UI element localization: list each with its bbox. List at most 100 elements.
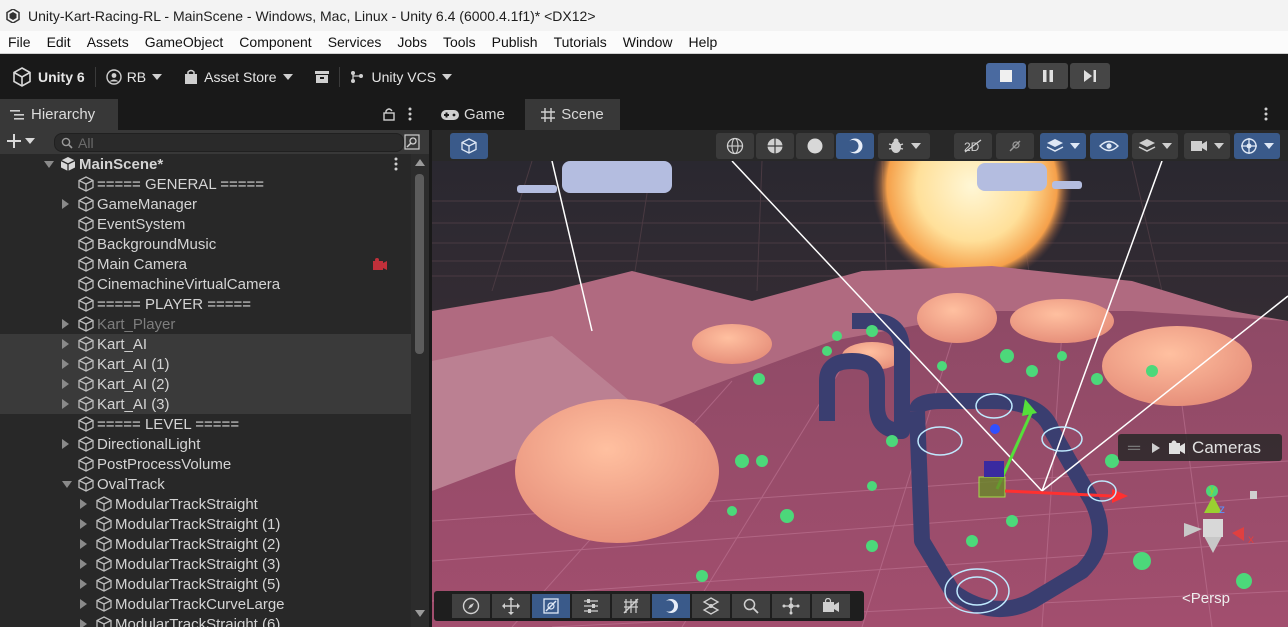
collapse-arrow-icon[interactable] — [44, 161, 54, 168]
collapse-arrow-icon[interactable] — [62, 481, 72, 488]
expand-arrow-icon[interactable] — [1152, 442, 1161, 453]
pivot-toggle-button[interactable] — [692, 594, 730, 618]
hierarchy-item[interactable]: ===== GENERAL ===== — [0, 174, 411, 194]
hierarchy-item[interactable]: DirectionalLight — [0, 434, 411, 454]
menu-tutorials[interactable]: Tutorials — [546, 31, 615, 53]
hierarchy-item[interactable]: ===== PLAYER ===== — [0, 294, 411, 314]
tab-scene[interactable]: Scene — [525, 99, 620, 130]
hierarchy-item[interactable]: ModularTrackStraight (3) — [0, 554, 411, 574]
menu-file[interactable]: File — [0, 31, 39, 53]
hierarchy-item[interactable]: EventSystem — [0, 214, 411, 234]
expand-arrow-icon[interactable] — [80, 519, 87, 529]
expand-arrow-icon[interactable] — [62, 339, 69, 349]
drag-handle-icon[interactable]: ═ — [1128, 438, 1140, 458]
expand-arrow-icon[interactable] — [80, 599, 87, 609]
hierarchy-item[interactable]: ===== LEVEL ===== — [0, 414, 411, 434]
view-options-button[interactable] — [450, 133, 488, 159]
hierarchy-search-input[interactable]: All — [54, 133, 404, 152]
hierarchy-item[interactable]: BackgroundMusic — [0, 234, 411, 254]
view-tool-button[interactable] — [452, 594, 490, 618]
scene-visibility-button[interactable] — [1090, 133, 1128, 159]
hierarchy-item[interactable]: Kart_AI (3) — [0, 394, 411, 414]
transform-tool-button[interactable] — [532, 594, 570, 618]
hierarchy-item[interactable]: GameManager — [0, 194, 411, 214]
toggle-lighting-button[interactable] — [996, 133, 1034, 159]
gizmos-dropdown[interactable] — [1234, 133, 1280, 159]
hierarchy-item[interactable]: ModularTrackStraight (5) — [0, 574, 411, 594]
shaded-wireframe-button[interactable] — [756, 133, 794, 159]
stop-button[interactable] — [986, 63, 1026, 89]
expand-arrow-icon[interactable] — [62, 199, 69, 209]
expand-arrow-icon[interactable] — [80, 539, 87, 549]
lighting-toggle-button[interactable] — [652, 594, 690, 618]
lit-button[interactable] — [836, 133, 874, 159]
expand-arrow-icon[interactable] — [80, 559, 87, 569]
menu-services[interactable]: Services — [320, 31, 390, 53]
vcs-dropdown[interactable]: Unity VCS — [350, 63, 453, 91]
debug-draw-mode-dropdown[interactable] — [878, 133, 930, 159]
lock-icon[interactable] — [383, 107, 395, 121]
asset-store-dropdown[interactable]: Asset Store — [184, 63, 293, 91]
menu-assets[interactable]: Assets — [79, 31, 137, 53]
menu-edit[interactable]: Edit — [39, 31, 79, 53]
hierarchy-item[interactable]: ModularTrackStraight (1) — [0, 514, 411, 534]
menu-publish[interactable]: Publish — [484, 31, 546, 53]
effects-dropdown[interactable] — [1040, 133, 1086, 159]
hierarchy-item[interactable]: CinemachineVirtualCamera — [0, 274, 411, 294]
hierarchy-item[interactable]: ModularTrackStraight — [0, 494, 411, 514]
align-tool-button[interactable] — [572, 594, 610, 618]
expand-arrow-icon[interactable] — [62, 439, 69, 449]
search-tool-button[interactable] — [732, 594, 770, 618]
unity-version-button[interactable]: Unity 6 — [12, 63, 85, 91]
expand-arrow-icon[interactable] — [62, 319, 69, 329]
hierarchy-item[interactable]: ModularTrackStraight (6) — [0, 614, 411, 627]
grid-snap-button[interactable] — [612, 594, 650, 618]
camera-settings-dropdown[interactable] — [1184, 133, 1230, 159]
scroll-up-icon[interactable] — [415, 158, 425, 166]
create-dropdown[interactable] — [7, 134, 35, 148]
hierarchy-item[interactable]: OvalTrack — [0, 474, 411, 494]
camera-tool-button[interactable] — [812, 594, 850, 618]
menu-window[interactable]: Window — [615, 31, 681, 53]
hierarchy-item[interactable]: ModularTrackStraight (2) — [0, 534, 411, 554]
menu-gameobject[interactable]: GameObject — [137, 31, 232, 53]
more-options-icon[interactable] — [408, 107, 412, 121]
hierarchy-item[interactable]: Kart_AI (1) — [0, 354, 411, 374]
hierarchy-item[interactable]: Kart_AI (2) — [0, 374, 411, 394]
tab-game[interactable]: Game — [440, 99, 505, 130]
scrollbar-thumb[interactable] — [415, 174, 424, 354]
hierarchy-item[interactable]: Kart_Player — [0, 314, 411, 334]
expand-arrow-icon[interactable] — [80, 619, 87, 627]
search-by-type-icon[interactable] — [404, 134, 420, 150]
hierarchy-scene-root[interactable]: MainScene* — [0, 154, 411, 174]
snap-increment-button[interactable] — [772, 594, 810, 618]
menu-component[interactable]: Component — [231, 31, 319, 53]
layers-dropdown[interactable] — [1132, 133, 1178, 159]
step-button[interactable] — [1070, 63, 1110, 89]
hierarchy-item[interactable]: Kart_AI — [0, 334, 411, 354]
shaded-button[interactable] — [796, 133, 834, 159]
account-dropdown[interactable]: RB — [105, 63, 163, 91]
menu-tools[interactable]: Tools — [435, 31, 484, 53]
menu-help[interactable]: Help — [681, 31, 726, 53]
hierarchy-scrollbar[interactable] — [411, 154, 429, 627]
hierarchy-item[interactable]: Main Camera — [0, 254, 411, 274]
tab-hierarchy[interactable]: Hierarchy — [0, 99, 118, 130]
toggle-2d-button[interactable]: 2D — [954, 133, 992, 159]
expand-arrow-icon[interactable] — [80, 499, 87, 509]
move-tool-button[interactable] — [492, 594, 530, 618]
wireframe-shading-button[interactable] — [716, 133, 754, 159]
package-manager-button[interactable] — [314, 63, 329, 91]
expand-arrow-icon[interactable] — [80, 579, 87, 589]
expand-arrow-icon[interactable] — [62, 379, 69, 389]
more-options-icon[interactable] — [394, 157, 398, 175]
expand-arrow-icon[interactable] — [62, 359, 69, 369]
scroll-down-icon[interactable] — [415, 610, 425, 618]
cameras-overlay[interactable]: ═ Cameras — [1118, 434, 1282, 461]
more-options-icon[interactable] — [1264, 107, 1268, 121]
scene-viewport[interactable]: y x z — [432, 161, 1288, 627]
hierarchy-item[interactable]: ModularTrackCurveLarge — [0, 594, 411, 614]
expand-arrow-icon[interactable] — [62, 399, 69, 409]
projection-toggle[interactable]: <Persp — [1182, 590, 1230, 607]
hierarchy-item[interactable]: PostProcessVolume — [0, 454, 411, 474]
